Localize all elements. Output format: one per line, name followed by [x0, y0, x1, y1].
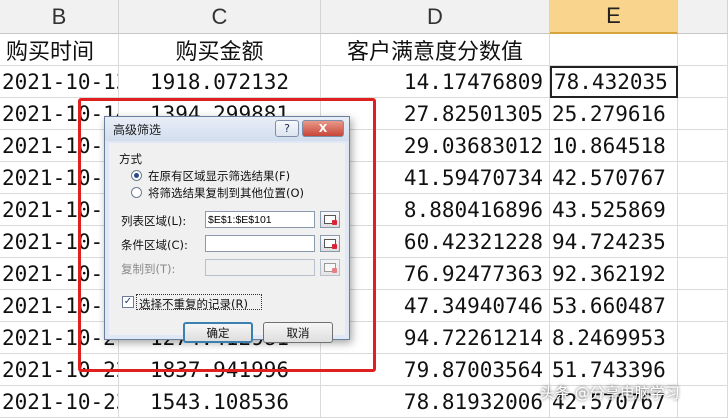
cell-c[interactable]: 1543.108536: [119, 386, 321, 418]
cell-e[interactable]: 42.570767: [550, 162, 678, 194]
list-range-collapse-button[interactable]: [320, 211, 340, 228]
copy-to-input[interactable]: [205, 259, 315, 276]
empty-cell[interactable]: [678, 290, 728, 322]
cell-e[interactable]: 10.864518: [550, 130, 678, 162]
cell-e[interactable]: 25.279616: [550, 98, 678, 130]
cancel-button[interactable]: 取消: [263, 322, 333, 343]
advanced-filter-dialog: 高级筛选 ? X 方式 在原有区域显示筛选结果(F) 将筛选结果复制到其他位置(…: [104, 116, 350, 343]
copy-to-radio[interactable]: [131, 187, 142, 198]
cell-b[interactable]: 2021-10-13: [0, 66, 119, 98]
empty-cell[interactable]: [678, 130, 728, 162]
cell-b[interactable]: 2021-10-23: [0, 386, 119, 418]
cell-e[interactable]: 94.724235: [550, 226, 678, 258]
cell-d[interactable]: 14.17476809: [321, 66, 550, 98]
help-button[interactable]: ?: [275, 120, 299, 137]
list-range-input[interactable]: $E$1:$E$101: [205, 211, 315, 228]
watermark: 头条 @分享电脑学习: [540, 378, 680, 406]
in-place-radio[interactable]: [131, 170, 142, 181]
column-header-b[interactable]: B: [0, 0, 119, 34]
column-header-d[interactable]: D: [321, 0, 550, 34]
header-cell-satisfaction[interactable]: 客户满意度分数值: [321, 34, 550, 66]
in-place-radio-label[interactable]: 在原有区域显示筛选结果(F): [148, 168, 290, 184]
empty-cell[interactable]: [678, 98, 728, 130]
ok-button[interactable]: 确定: [183, 322, 253, 343]
range-select-icon: [324, 263, 337, 273]
header-cell-purchase-time[interactable]: 购买时间: [0, 34, 119, 66]
range-select-icon: [324, 215, 337, 225]
copy-to-label: 复制到(T):: [121, 262, 176, 276]
criteria-range-label: 条件区域(C):: [121, 238, 188, 252]
list-range-label: 列表区域(L):: [121, 214, 187, 228]
cell-d[interactable]: 78.81932006: [321, 386, 550, 418]
empty-cell[interactable]: [678, 354, 728, 386]
cell-e[interactable]: 43.525869: [550, 194, 678, 226]
cell-e[interactable]: 78.432035: [550, 66, 678, 98]
empty-cell[interactable]: [678, 226, 728, 258]
cell-e[interactable]: 53.660487: [550, 290, 678, 322]
unique-records-label[interactable]: 选择不重复的记录(R): [139, 296, 248, 312]
cell-e[interactable]: 92.362192: [550, 258, 678, 290]
criteria-range-collapse-button[interactable]: [320, 235, 340, 252]
unique-records-checkbox[interactable]: ✓: [122, 296, 134, 308]
column-header-e[interactable]: E: [550, 0, 678, 34]
empty-cell[interactable]: [678, 66, 728, 98]
copy-to-collapse-button[interactable]: [320, 259, 340, 276]
copy-to-radio-label[interactable]: 将筛选结果复制到其他位置(O): [148, 185, 304, 201]
empty-cell[interactable]: [678, 162, 728, 194]
criteria-range-input[interactable]: [205, 235, 315, 252]
watermark-text: 头条 @分享电脑学习: [540, 383, 680, 402]
empty-cell[interactable]: [678, 258, 728, 290]
dialog-body: 方式 在原有区域显示筛选结果(F) 将筛选结果复制到其他位置(O) 列表区域(L…: [109, 143, 345, 343]
empty-cell[interactable]: [678, 386, 728, 418]
cell-c[interactable]: 1918.072132: [119, 66, 321, 98]
method-label: 方式: [119, 152, 142, 166]
range-select-icon: [324, 239, 337, 249]
empty-cell[interactable]: [678, 322, 728, 354]
cell-e[interactable]: 8.2469953: [550, 322, 678, 354]
header-cell-purchase-amount[interactable]: 购买金额: [119, 34, 321, 66]
dialog-titlebar[interactable]: 高级筛选 ? X: [105, 117, 349, 141]
empty-cell[interactable]: [678, 194, 728, 226]
close-button[interactable]: X: [302, 120, 344, 137]
dialog-title: 高级筛选: [113, 123, 162, 137]
header-cell-e[interactable]: [550, 34, 678, 66]
column-header-f[interactable]: [678, 0, 728, 34]
header-cell-f[interactable]: [678, 34, 728, 66]
column-header-c[interactable]: C: [119, 0, 321, 34]
